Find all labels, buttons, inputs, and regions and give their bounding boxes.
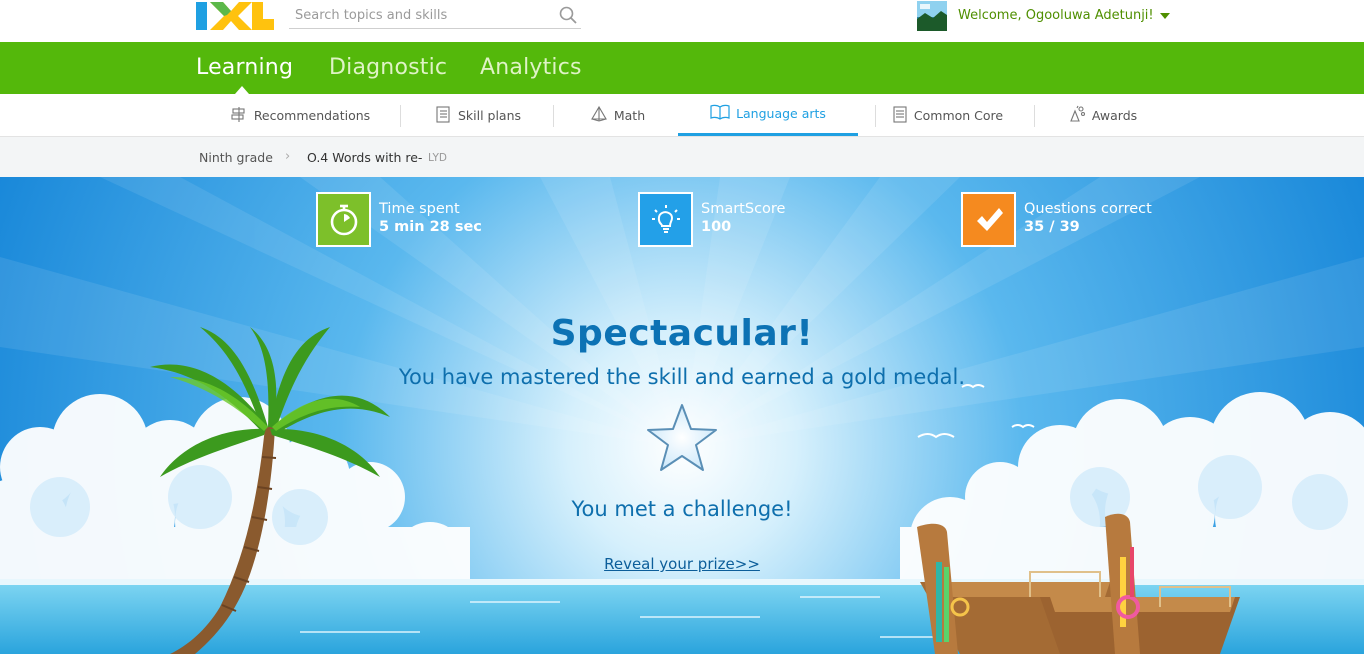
lightbulb-icon [638,192,693,247]
pyramid-icon [590,105,608,126]
tab-analytics[interactable]: Analytics [480,55,582,80]
star-icon [640,399,724,487]
divider [875,105,876,127]
stat-time-spent: Time spent 5 min 28 sec [316,192,482,247]
document-icon [892,105,908,126]
tab-math[interactable]: Math [570,94,665,136]
tab-awards[interactable]: Awards [1055,94,1150,136]
result-subtitle: You have mastered the skill and earned a… [398,365,966,389]
breadcrumb-grade[interactable]: Ninth grade [199,150,273,165]
divider [553,105,554,127]
challenge-text: You met a challenge! [571,497,793,521]
reveal-prize-link[interactable]: Reveal your prize>> [0,555,1364,573]
questions-correct-value: 35 / 39 [1024,219,1080,235]
reveal-prize-text[interactable]: Reveal your prize>> [604,555,760,573]
avatar[interactable] [917,1,947,31]
checklist-icon [434,105,452,126]
result-title: Spectacular! [550,313,814,354]
tab-label: Math [613,107,646,123]
tab-learning[interactable]: Learning [196,55,293,80]
user-menu[interactable]: Welcome, Ogooluwa Adetunji! [958,8,1170,23]
stat-questions-correct: Questions correct 35 / 39 [961,192,1152,247]
time-spent-value: 5 min 28 sec [379,219,482,235]
top-bar: Welcome, Ogooluwa Adetunji! [0,0,1364,42]
tab-label: Common Core [913,107,1004,123]
breadcrumb: Ninth grade › O.4 Words with re- LYD [0,137,1364,177]
tab-diagnostic[interactable]: Diagnostic [329,55,447,80]
signpost-icon [230,105,248,126]
stat-smartscore: SmartScore 100 [638,192,785,247]
awards-icon [1068,105,1086,126]
checkmark-icon [961,192,1016,247]
caret-down-icon [1159,12,1170,19]
chevron-right-icon: › [285,149,291,164]
active-tab-pointer [235,86,249,94]
welcome-text: Welcome, Ogooluwa Adetunji! [958,8,1154,23]
sub-nav: Recommendations Skill plans Math Languag… [0,94,1364,137]
questions-correct-label: Questions correct [1024,201,1152,217]
skill-code: LYD [428,152,447,164]
tab-label: Awards [1091,107,1138,123]
tab-language-arts[interactable]: Language arts [678,94,858,136]
breadcrumb-skill: O.4 Words with re- [307,150,423,165]
tab-skill-plans[interactable]: Skill plans [420,94,535,136]
tab-label: Skill plans [457,107,522,123]
ixl-logo[interactable] [196,2,274,30]
tab-label: Recommendations [253,107,371,123]
time-spent-label: Time spent [379,201,460,217]
smartscore-label: SmartScore [701,201,786,217]
search-box[interactable] [289,2,581,29]
main-nav: Learning Diagnostic Analytics [0,42,1364,94]
tab-label: Language arts [736,106,826,121]
result-panel: Time spent 5 min 28 sec SmartScore 100 Q… [0,177,1364,654]
divider [1034,105,1035,127]
search-input[interactable] [289,2,547,28]
book-icon [710,103,730,124]
stopwatch-icon [316,192,371,247]
search-icon[interactable] [559,6,577,24]
smartscore-value: 100 [701,219,732,235]
divider [400,105,401,127]
tab-recommendations[interactable]: Recommendations [215,94,385,136]
tab-common-core[interactable]: Common Core [885,94,1010,136]
